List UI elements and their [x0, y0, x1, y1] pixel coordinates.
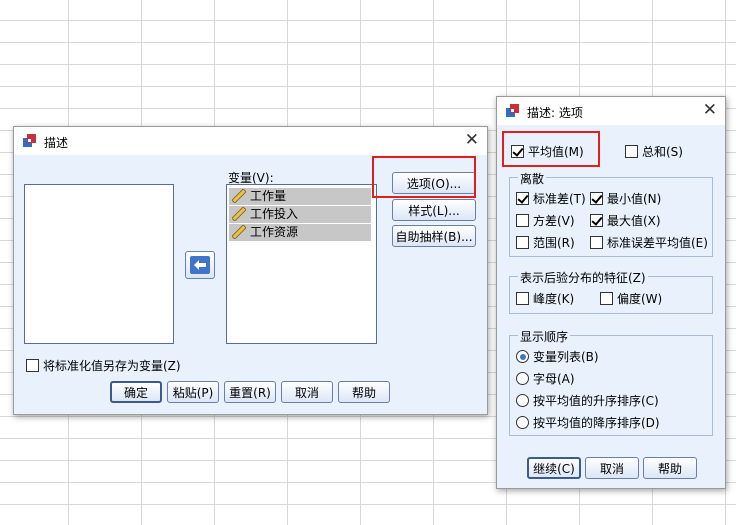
maximum-row[interactable]: 最大值(X): [590, 212, 661, 229]
skewness-checkbox[interactable]: [600, 292, 613, 305]
arrow-left-icon: [190, 256, 210, 274]
variable-item-engagement[interactable]: 工作投入: [229, 206, 371, 223]
order-radio[interactable]: [516, 394, 529, 407]
distribution-group: 表示后验分布的特征(Z) 峰度(K) 偏度(W): [509, 269, 713, 314]
order-label: 变量列表(B): [533, 350, 599, 364]
variable-label: 工作投入: [250, 207, 299, 221]
range-label: 范围(R): [533, 236, 575, 250]
skewness-label: 偏度(W): [617, 292, 663, 306]
options-button[interactable]: 选项(O)...: [392, 172, 476, 194]
options-dialog: 描述: 选项 ✕ 平均值(M) 总和(S) 离散 标准差(T) 最小值(N) 方…: [496, 96, 726, 489]
order-radio[interactable]: [516, 372, 529, 385]
options-help-button[interactable]: 帮助: [643, 457, 697, 479]
maximum-label: 最大值(X): [607, 214, 661, 228]
ruler-icon: [232, 225, 246, 239]
style-button[interactable]: 样式(L)...: [392, 199, 476, 221]
variance-checkbox[interactable]: [516, 214, 529, 227]
variable-label: 工作资源: [250, 225, 299, 239]
options-cancel-button[interactable]: 取消: [585, 457, 639, 479]
continue-button[interactable]: 继续(C): [527, 457, 581, 479]
sum-checkbox[interactable]: [625, 145, 638, 158]
ruler-icon: [232, 189, 246, 203]
ok-button[interactable]: 确定: [110, 381, 162, 403]
order-option-ascending[interactable]: 按平均值的升序排序(C): [516, 392, 659, 409]
range-checkbox[interactable]: [516, 236, 529, 249]
maximum-checkbox[interactable]: [590, 214, 603, 227]
display-order-title: 显示顺序: [518, 328, 571, 345]
order-label: 按平均值的降序排序(D): [533, 416, 660, 430]
dispersion-group: 离散 标准差(T) 最小值(N) 方差(V) 最大值(X) 范围(R) 标准误差…: [509, 170, 713, 257]
mean-row[interactable]: 平均值(M): [511, 143, 584, 160]
describe-body: 变量(V): 工作量 工作投入 工作资源 选项(O)... 样式(L)... 自…: [14, 155, 487, 414]
move-variable-button[interactable]: [185, 251, 215, 279]
variable-item-resources[interactable]: 工作资源: [229, 224, 371, 241]
close-icon[interactable]: ✕: [703, 100, 717, 120]
selected-variable-list[interactable]: 工作量 工作投入 工作资源: [226, 184, 377, 344]
save-standardized-label: 将标准化值另存为变量(Z): [43, 359, 181, 373]
se-mean-label: 标准误差平均值(E): [607, 236, 708, 250]
variable-item-workload[interactable]: 工作量: [229, 188, 371, 205]
order-radio[interactable]: [516, 350, 529, 363]
order-option-descending[interactable]: 按平均值的降序排序(D): [516, 414, 660, 431]
options-title: 描述: 选项: [527, 106, 583, 120]
options-body: 平均值(M) 总和(S) 离散 标准差(T) 最小值(N) 方差(V) 最大值(…: [497, 125, 725, 488]
options-titlebar[interactable]: 描述: 选项 ✕: [497, 97, 725, 125]
se-mean-checkbox[interactable]: [590, 236, 603, 249]
minimum-row[interactable]: 最小值(N): [590, 190, 661, 207]
order-label: 按平均值的升序排序(C): [533, 394, 659, 408]
display-order-group: 显示顺序 变量列表(B) 字母(A) 按平均值的升序排序(C) 按平均值的降序排…: [509, 328, 713, 436]
cancel-button[interactable]: 取消: [281, 381, 333, 403]
order-label: 字母(A): [533, 372, 575, 386]
spss-app-icon: [506, 104, 519, 117]
std-dev-label: 标准差(T): [533, 192, 586, 206]
std-dev-checkbox[interactable]: [516, 192, 529, 205]
variable-label: 工作量: [250, 189, 287, 203]
save-standardized-row[interactable]: 将标准化值另存为变量(Z): [26, 357, 181, 374]
variance-row[interactable]: 方差(V): [516, 212, 575, 229]
minimum-label: 最小值(N): [607, 192, 662, 206]
dispersion-title: 离散: [518, 170, 547, 187]
sum-label: 总和(S): [642, 145, 683, 159]
bootstrap-button[interactable]: 自助抽样(B)...: [392, 225, 476, 247]
spss-app-icon: [23, 134, 36, 147]
close-icon[interactable]: ✕: [465, 130, 479, 150]
sum-row[interactable]: 总和(S): [625, 143, 683, 160]
skewness-row[interactable]: 偏度(W): [600, 290, 662, 307]
reset-button[interactable]: 重置(R): [224, 381, 276, 403]
kurtosis-checkbox[interactable]: [516, 292, 529, 305]
mean-label: 平均值(M): [528, 145, 584, 159]
order-option-alphabetic[interactable]: 字母(A): [516, 370, 575, 387]
se-mean-row[interactable]: 标准误差平均值(E): [590, 234, 708, 251]
range-row[interactable]: 范围(R): [516, 234, 575, 251]
mean-checkbox[interactable]: [511, 145, 524, 158]
ruler-icon: [232, 207, 246, 221]
describe-dialog: 描述 ✕ 变量(V): 工作量 工作投入 工作资源 选项(O)... 样式(L)…: [13, 126, 488, 415]
paste-button[interactable]: 粘贴(P): [167, 381, 219, 403]
minimum-checkbox[interactable]: [590, 192, 603, 205]
variance-label: 方差(V): [533, 214, 575, 228]
kurtosis-row[interactable]: 峰度(K): [516, 290, 574, 307]
describe-titlebar[interactable]: 描述 ✕: [14, 127, 487, 155]
kurtosis-label: 峰度(K): [533, 292, 575, 306]
save-standardized-checkbox[interactable]: [26, 359, 39, 372]
order-option-variable-list[interactable]: 变量列表(B): [516, 348, 599, 365]
source-variable-list[interactable]: [24, 184, 174, 344]
describe-title: 描述: [44, 136, 69, 150]
distribution-title: 表示后验分布的特征(Z): [518, 269, 648, 286]
order-radio[interactable]: [516, 416, 529, 429]
help-button[interactable]: 帮助: [338, 381, 390, 403]
std-dev-row[interactable]: 标准差(T): [516, 190, 586, 207]
